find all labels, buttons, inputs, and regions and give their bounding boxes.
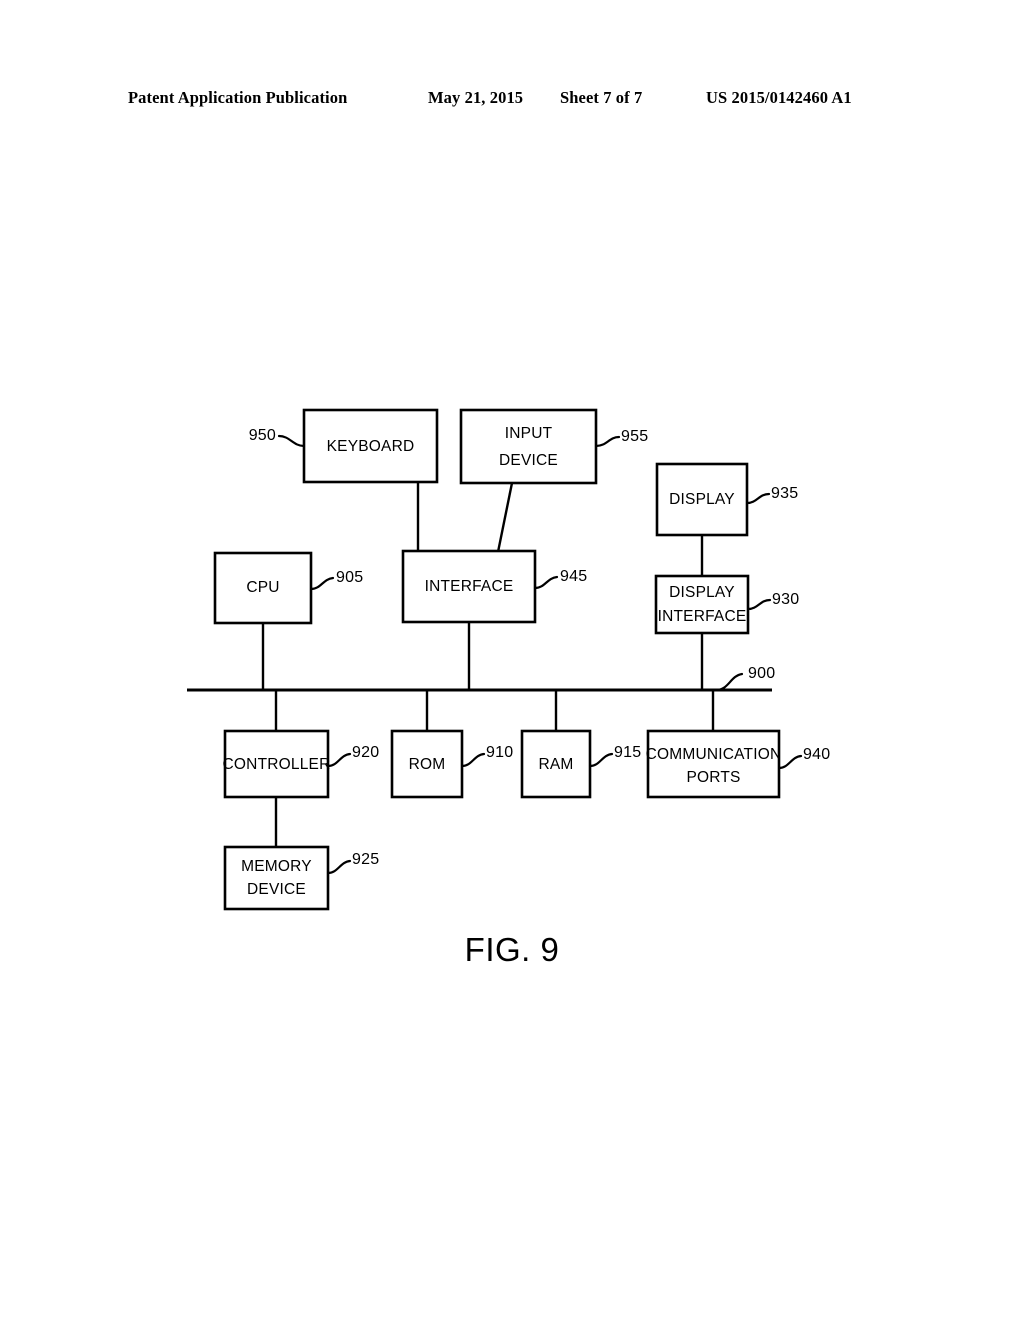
block-keyboard-label: KEYBOARD	[327, 438, 415, 455]
leader-line-memory-device-925	[326, 859, 352, 875]
block-communication-ports: COMMUNICATION PORTS	[646, 729, 782, 799]
block-memory-device-label-line2: DEVICE	[247, 881, 306, 898]
block-rom: ROM	[390, 729, 464, 799]
leader-line-display-interface-930	[746, 598, 772, 611]
ref-number-945: 945	[560, 568, 587, 585]
block-controller: CONTROLLER	[223, 729, 331, 799]
figure-caption: FIG. 9	[464, 931, 560, 968]
leader-line-input-device-955	[594, 435, 621, 448]
block-memory-device: MEMORY DEVICE	[223, 845, 330, 911]
block-interface: INTERFACE	[401, 549, 537, 624]
ref-number-925: 925	[352, 851, 379, 868]
leader-line-ram-915	[588, 752, 614, 768]
block-keyboard: KEYBOARD	[302, 408, 439, 484]
ref-number-905: 905	[336, 569, 363, 586]
block-ram-label: RAM	[538, 756, 573, 773]
block-communication-ports-label-line1: COMMUNICATION	[646, 746, 782, 763]
ref-number-900: 900	[748, 665, 775, 682]
block-rom-label: ROM	[409, 756, 446, 773]
block-controller-label: CONTROLLER	[223, 756, 331, 773]
leader-line-keyboard-950	[277, 434, 306, 448]
leader-line-controller-920	[326, 752, 352, 768]
ref-number-915: 915	[614, 744, 641, 761]
block-communication-ports-rect	[646, 729, 781, 799]
ref-number-930: 930	[772, 591, 799, 608]
leader-line-rom-910	[460, 752, 486, 768]
ref-number-920: 920	[352, 744, 379, 761]
leader-line-cpu-905	[309, 576, 335, 591]
block-display: DISPLAY	[655, 462, 749, 537]
block-input-device: INPUT DEVICE	[459, 408, 598, 485]
connector-input-device-to-interface	[496, 482, 514, 553]
block-memory-device-label-line1: MEMORY	[241, 858, 312, 875]
block-cpu: CPU	[213, 551, 313, 625]
block-input-device-label-line2: DEVICE	[499, 452, 558, 469]
block-interface-label: INTERFACE	[425, 578, 514, 595]
leader-line-interface-945	[533, 575, 559, 590]
ref-number-955: 955	[621, 428, 648, 445]
leader-line-bus-900	[714, 672, 744, 692]
block-display-interface: DISPLAY INTERFACE	[654, 574, 750, 635]
ref-number-910: 910	[486, 744, 513, 761]
leader-line-display-935	[745, 492, 771, 505]
block-display-interface-label-line1: DISPLAY	[669, 584, 735, 601]
block-memory-device-rect	[223, 845, 330, 911]
block-cpu-label: CPU	[246, 579, 279, 596]
block-display-interface-label-line2: INTERFACE	[658, 608, 747, 625]
block-input-device-rect	[459, 408, 598, 485]
block-communication-ports-label-line2: PORTS	[686, 769, 740, 786]
leader-line-communication-ports-940	[777, 754, 803, 770]
ref-number-935: 935	[771, 485, 798, 502]
block-input-device-label-line1: INPUT	[505, 425, 553, 442]
figure-9-block-diagram: 900 KEYBOARD 950 INPUT DEVICE 955 DISPLA…	[0, 0, 1024, 1320]
block-ram: RAM	[520, 729, 592, 799]
ref-number-940: 940	[803, 746, 830, 763]
block-display-label: DISPLAY	[669, 491, 735, 508]
ref-number-950: 950	[249, 427, 276, 444]
